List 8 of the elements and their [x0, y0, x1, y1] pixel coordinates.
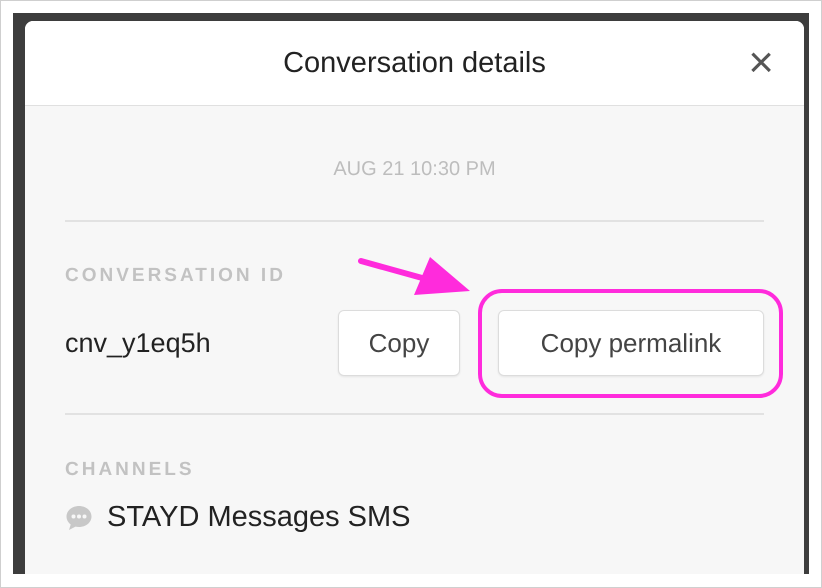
copy-button[interactable]: Copy	[338, 310, 460, 376]
close-button[interactable]: ×	[744, 43, 778, 83]
dialog-title: Conversation details	[283, 46, 546, 80]
copy-permalink-button[interactable]: Copy permalink	[498, 310, 764, 376]
timestamp: AUG 21 10:30 PM	[332, 157, 497, 182]
conversation-id: cnv_y1eq5h	[65, 328, 211, 358]
chat-bubble-icon	[65, 504, 93, 530]
channel-name: STAYD Messages SMS	[107, 501, 411, 534]
